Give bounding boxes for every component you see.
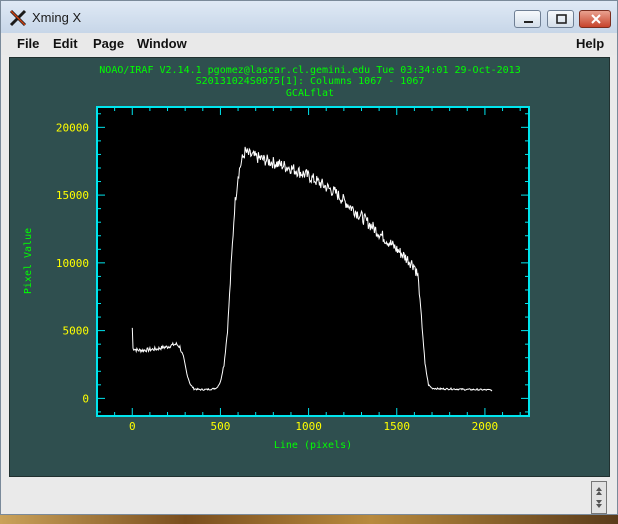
menu-file[interactable]: File (17, 36, 39, 51)
title-bar[interactable]: Xming X (1, 1, 617, 33)
minimize-button[interactable] (514, 10, 541, 28)
y-tick-label: 5000 (63, 325, 90, 338)
y-tick-label: 0 (82, 392, 89, 405)
pixel-value-line-plot: NOAO/IRAF V2.14.1 pgomez@lascar.cl.gemin… (23, 65, 530, 451)
menu-help[interactable]: Help (576, 36, 604, 51)
y-tick-label: 10000 (56, 257, 89, 270)
minimize-icon (524, 21, 533, 23)
scroll-arrows-icon (596, 487, 602, 508)
close-icon (591, 14, 601, 24)
plot-title: GCALflat (286, 88, 334, 99)
x-tick-label: 1000 (295, 420, 322, 433)
y-axis-label: Pixel Value (23, 228, 34, 294)
y-tick-label: 20000 (56, 121, 89, 134)
scrollbar-thumb[interactable] (591, 481, 607, 514)
menu-window[interactable]: Window (137, 36, 187, 51)
maximize-button[interactable] (547, 10, 574, 28)
close-button[interactable] (579, 10, 611, 28)
plot-header-line-2: S20131024S0075[1]: Columns 1067 - 1067 (196, 76, 425, 87)
x-axis-label: Line (pixels) (274, 440, 352, 451)
xming-window: Xming X File Edit Page Window Help NOAO/… (0, 0, 618, 515)
window-title: Xming X (32, 10, 82, 25)
xming-x-icon (9, 9, 27, 27)
x-tick-label: 500 (210, 420, 230, 433)
iraf-graphics-canvas[interactable]: NOAO/IRAF V2.14.1 pgomez@lascar.cl.gemin… (9, 57, 610, 477)
x-tick-label: 2000 (472, 420, 499, 433)
menu-page[interactable]: Page (93, 36, 124, 51)
menu-edit[interactable]: Edit (53, 36, 78, 51)
plot-frame (96, 106, 530, 417)
y-tick-label: 15000 (56, 189, 89, 202)
menu-bar: File Edit Page Window Help (1, 33, 617, 55)
plot-header-line-1: NOAO/IRAF V2.14.1 pgomez@lascar.cl.gemin… (99, 65, 520, 76)
x-tick-label: 1500 (384, 420, 411, 433)
x-tick-label: 0 (129, 420, 136, 433)
taskbar-strip (0, 515, 618, 524)
maximize-icon (556, 14, 567, 24)
